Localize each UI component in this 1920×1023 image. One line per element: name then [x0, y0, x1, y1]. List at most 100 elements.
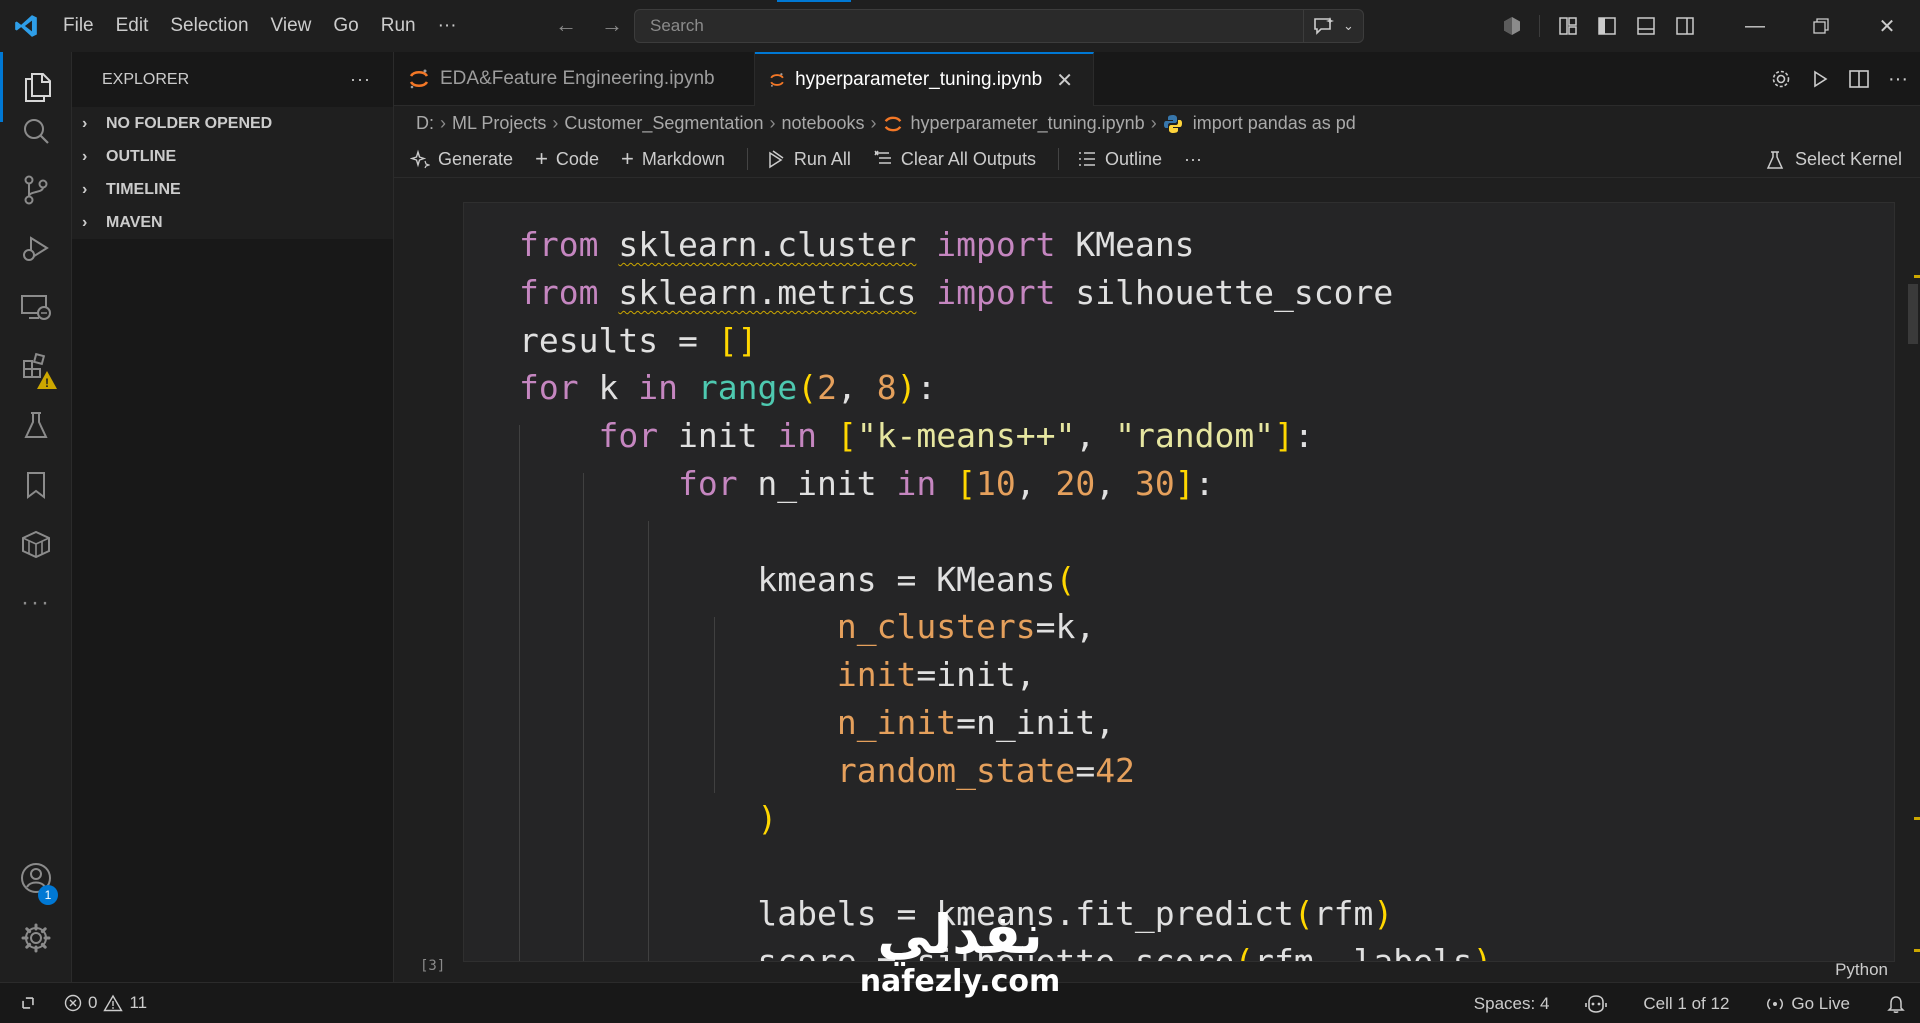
- vscode-logo-icon: [0, 0, 52, 52]
- tab-eda-feature-engineering[interactable]: EDA&Feature Engineering.ipynb: [394, 52, 755, 106]
- scrollbar-thumb[interactable]: [1908, 284, 1918, 344]
- section-no-folder-opened[interactable]: › NO FOLDER OPENED: [72, 107, 393, 140]
- remote-indicator-icon[interactable]: [0, 983, 56, 1023]
- section-label: NO FOLDER OPENED: [106, 114, 273, 132]
- search-input[interactable]: [635, 10, 1303, 42]
- toolbar-divider: [746, 148, 748, 170]
- cell-position-indicator[interactable]: Cell 1 of 12: [1643, 994, 1729, 1014]
- code-line: init=init,: [836, 655, 1036, 695]
- indentation-indicator[interactable]: Spaces: 4: [1474, 994, 1550, 1014]
- run-play-icon[interactable]: [1810, 69, 1830, 89]
- clear-all-icon: [874, 150, 891, 164]
- breadcrumb-symbol[interactable]: import pandas as pd: [1193, 113, 1356, 134]
- menu-run[interactable]: Run: [370, 0, 427, 52]
- close-tab-icon[interactable]: ✕: [1056, 68, 1073, 93]
- scrollbar-warning-marker: [1914, 949, 1920, 952]
- toolbar-more-button[interactable]: ···: [1184, 149, 1202, 170]
- outline-button[interactable]: Outline: [1077, 149, 1162, 170]
- title-accent-line: [777, 0, 851, 2]
- explorer-sidebar: EXPLORER ··· › NO FOLDER OPENED › OUTLINE …: [72, 52, 394, 982]
- toggle-primary-sidebar-icon[interactable]: [1587, 0, 1626, 52]
- error-count: 0: [88, 993, 98, 1012]
- accounts-badge: 1: [38, 885, 58, 905]
- more-views-icon[interactable]: ···: [0, 568, 72, 638]
- go-live-button[interactable]: Go Live: [1765, 994, 1850, 1014]
- chevron-right-icon: ›: [82, 180, 88, 198]
- add-markdown-cell-button[interactable]: + Markdown: [621, 146, 725, 172]
- more-actions-icon[interactable]: ···: [1888, 68, 1908, 91]
- kernel-flask-icon: [1766, 150, 1784, 169]
- tab-hyperparameter-tuning[interactable]: hyperparameter_tuning.ipynb ✕: [755, 52, 1094, 106]
- menu-view[interactable]: View: [260, 0, 323, 52]
- code-label: Code: [555, 148, 599, 169]
- section-timeline[interactable]: › TIMELINE: [72, 173, 393, 206]
- code-line: for n_init in [10, 20, 30]:: [677, 463, 1215, 503]
- code-cell[interactable]: from sklearn.cluster import KMeans from …: [463, 202, 1895, 962]
- chat-sparkle-icon: [1314, 17, 1335, 35]
- clear-all-outputs-button[interactable]: Clear All Outputs: [873, 149, 1036, 170]
- scrollbar-warning-marker: [1914, 275, 1920, 278]
- back-arrow-icon[interactable]: ←: [555, 12, 577, 38]
- split-editor-icon[interactable]: [1848, 68, 1870, 90]
- toggle-panel-icon[interactable]: [1626, 0, 1665, 52]
- run-all-icon: [769, 150, 784, 169]
- problems-indicator[interactable]: 0 11: [64, 993, 147, 1013]
- menu-file[interactable]: File: [52, 0, 105, 52]
- code-line: kmeans = KMeans(: [519, 559, 1076, 599]
- jupyter-notebook-icon: [770, 73, 784, 87]
- code-line-1-module: sklearn.cluster: [618, 225, 917, 264]
- warning-count: 11: [129, 993, 148, 1012]
- forward-arrow-icon[interactable]: →: [601, 12, 623, 38]
- copilot-icon[interactable]: [1492, 0, 1531, 52]
- menu-more[interactable]: ···: [427, 0, 468, 52]
- breadcrumb: D: › ML Projects › Customer_Segmentation › …: [394, 106, 1920, 141]
- activity-bar: ! ··· 1: [0, 52, 72, 982]
- code-editor[interactable]: from sklearn.cluster import KMeans from …: [519, 221, 1493, 961]
- section-outline[interactable]: › OUTLINE: [72, 140, 393, 173]
- run-all-label: Run All: [793, 148, 851, 169]
- command-center-search[interactable]: ⌄: [634, 9, 1364, 43]
- sidebar-title: EXPLORER: [102, 70, 190, 88]
- menu-go[interactable]: Go: [322, 0, 369, 52]
- toggle-secondary-sidebar-icon[interactable]: [1665, 0, 1704, 52]
- chevron-right-icon: ›: [870, 113, 877, 133]
- menu-selection[interactable]: Selection: [159, 0, 259, 52]
- generate-button[interactable]: Generate: [410, 149, 513, 170]
- close-window-icon[interactable]: ✕: [1854, 0, 1920, 52]
- watermark-latin: nafezly.com: [859, 964, 1061, 999]
- customize-layout-icon[interactable]: [1548, 0, 1587, 52]
- notebook-settings-gear-icon[interactable]: [1770, 68, 1792, 90]
- jupyter-notebook-icon: [884, 116, 901, 131]
- editor-actions: ···: [1770, 52, 1908, 106]
- python-icon: [1163, 114, 1182, 133]
- run-all-button[interactable]: Run All: [766, 149, 851, 170]
- outline-label: Outline: [1104, 148, 1162, 169]
- section-maven[interactable]: › MAVEN: [72, 206, 393, 239]
- window-actions: — ✕: [1492, 0, 1920, 52]
- sidebar-more-button[interactable]: ···: [350, 69, 371, 90]
- settings-gear-icon[interactable]: [0, 903, 72, 973]
- breadcrumb-customer-segmentation[interactable]: Customer_Segmentation: [564, 113, 763, 134]
- cell-language-indicator[interactable]: Python: [1835, 960, 1888, 980]
- notifications-bell-icon[interactable]: [1886, 994, 1906, 1014]
- scrollbar-warning-marker: [1914, 817, 1920, 820]
- jupyter-notebook-icon: [409, 69, 429, 89]
- select-kernel-button[interactable]: Select Kernel: [1765, 141, 1902, 178]
- minimize-icon[interactable]: —: [1722, 0, 1788, 52]
- breadcrumb-notebook-file[interactable]: hyperparameter_tuning.ipynb: [911, 113, 1145, 134]
- copilot-status-icon[interactable]: [1585, 994, 1608, 1014]
- go-live-label: Go Live: [1791, 993, 1850, 1013]
- breadcrumb-drive[interactable]: D:: [416, 113, 434, 134]
- add-code-cell-button[interactable]: + Code: [535, 146, 599, 172]
- breadcrumb-ml-projects[interactable]: ML Projects: [452, 113, 546, 134]
- code-line: n_init=n_init,: [836, 702, 1116, 742]
- code-line: from sklearn.metrics import silhouette_s…: [519, 272, 1394, 312]
- breadcrumb-notebooks[interactable]: notebooks: [781, 113, 864, 134]
- tab-label: EDA&Feature Engineering.ipynb: [440, 68, 715, 89]
- chat-dropdown[interactable]: ⌄: [1303, 10, 1363, 42]
- menu-edit[interactable]: Edit: [105, 0, 160, 52]
- restore-icon[interactable]: [1788, 0, 1854, 52]
- chevron-down-icon: ⌄: [1343, 18, 1354, 33]
- code-line: from sklearn.cluster import KMeans: [519, 225, 1195, 264]
